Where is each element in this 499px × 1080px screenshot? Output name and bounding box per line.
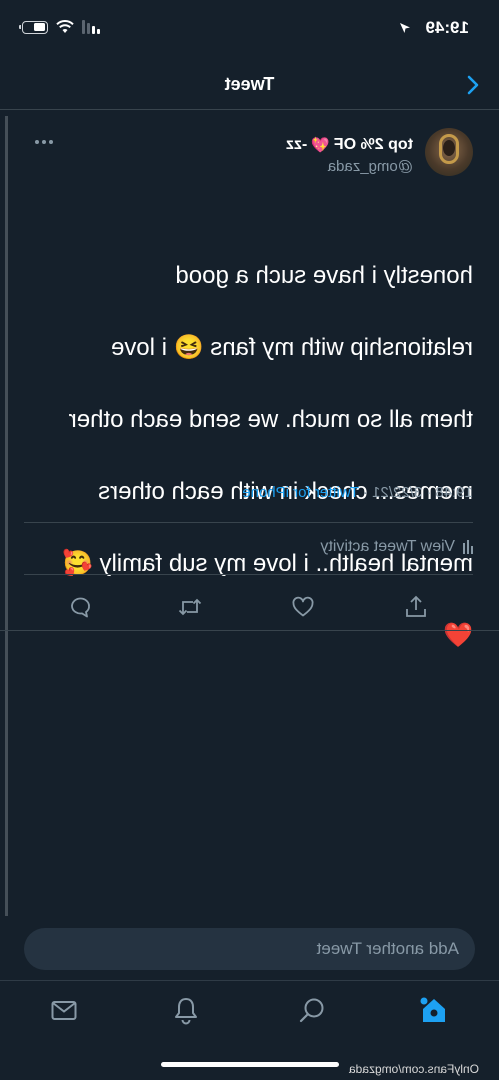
reply-icon[interactable] (67, 594, 93, 620)
tweet-text-line: them all so much. we send each other (68, 406, 473, 433)
user-block[interactable]: top 2% OF 💖 -zz @omg_zada (286, 136, 413, 175)
add-tweet-input[interactable]: Add another Tweet (24, 928, 475, 970)
divider (24, 522, 473, 523)
status-bar: 19:49 (0, 0, 499, 60)
composer-placeholder: Add another Tweet (316, 939, 459, 958)
tweet-text-line: honestly i have such a good (175, 262, 473, 289)
cellular-signal-icon (82, 20, 100, 34)
more-dots-icon[interactable] (35, 140, 53, 144)
status-icons (22, 20, 100, 34)
tweet-timestamp: 19:48 · 3/22/21 · (359, 484, 473, 501)
divider (24, 574, 473, 575)
home-indicator[interactable] (161, 1062, 339, 1067)
username: @omg_zada (327, 158, 413, 175)
location-arrow-icon (400, 23, 410, 33)
wifi-icon (56, 20, 74, 33)
watermark: OnlyFans.com/omgzada (348, 1062, 479, 1076)
battery-icon (22, 20, 48, 34)
display-name: top 2% OF 💖 -zz (286, 136, 413, 154)
nav-header: Tweet (0, 60, 499, 110)
envelope-icon[interactable] (49, 995, 79, 1025)
search-icon[interactable] (297, 995, 327, 1025)
sparkling-heart-icon: 💖 (311, 137, 330, 154)
tweet-text-line: ❤️ (443, 622, 473, 649)
avatar[interactable] (425, 128, 473, 176)
home-icon[interactable] (419, 995, 449, 1025)
activity-label: View Tweet activity (320, 538, 455, 555)
divider (0, 630, 499, 631)
analytics-bars-icon (463, 540, 473, 554)
tweet-source-link[interactable]: Twitter for iPhone (242, 484, 359, 501)
display-name-suffix: -zz (285, 136, 308, 153)
retweet-icon[interactable] (177, 594, 203, 620)
bell-icon[interactable] (171, 995, 201, 1025)
status-time: 19:49 (425, 18, 469, 37)
display-name-text: top 2% OF (333, 136, 413, 153)
page-title: Tweet (224, 74, 275, 94)
view-tweet-activity[interactable]: View Tweet activity (320, 538, 473, 556)
tweet-meta: 19:48 · 3/22/21 · Twitter for iPhone (242, 484, 473, 501)
thread-line (5, 116, 8, 916)
mirrored-screen: 19:49 Tweet top 2% OF 💖 -zz @omg_zada ho… (0, 0, 499, 1080)
share-icon[interactable] (403, 594, 429, 620)
heart-icon[interactable] (290, 594, 316, 620)
tweet-actions (0, 594, 499, 620)
tweet-text-line: relationship with my fans 😆 i love (110, 334, 473, 361)
